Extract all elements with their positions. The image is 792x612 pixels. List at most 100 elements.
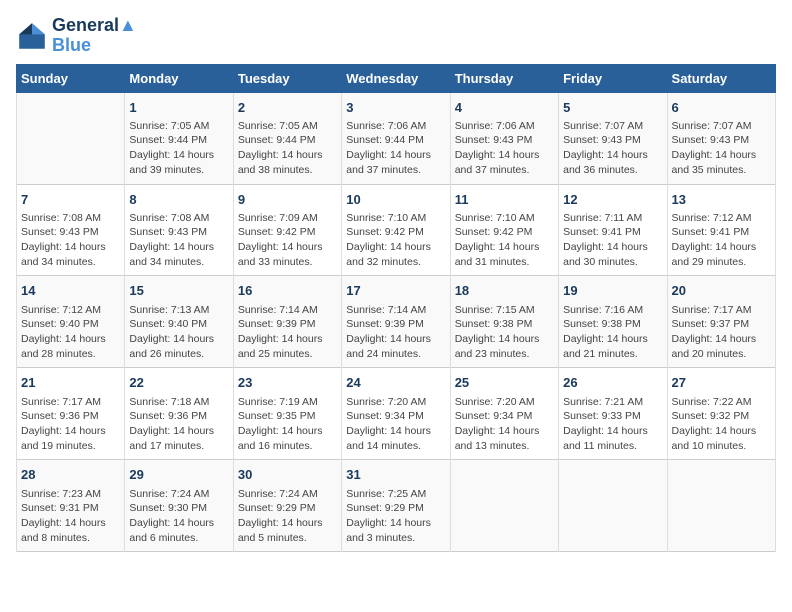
logo-text: General▲Blue <box>52 16 137 56</box>
day-info: Sunrise: 7:05 AM Sunset: 9:44 PM Dayligh… <box>238 119 337 178</box>
day-number: 1 <box>129 99 228 117</box>
calendar-cell: 31 Sunrise: 7:25 AM Sunset: 9:29 PM Dayli… <box>342 460 450 552</box>
calendar-cell: 5 Sunrise: 7:07 AM Sunset: 9:43 PM Daylig… <box>559 92 667 184</box>
calendar-cell <box>450 460 558 552</box>
calendar-cell: 13Sunrise: 7:12 AM Sunset: 9:41 PM Dayli… <box>667 184 775 276</box>
day-number: 24 <box>346 374 445 392</box>
day-info: Sunrise: 7:17 AM Sunset: 9:37 PM Dayligh… <box>672 303 771 362</box>
calendar-body: 1 Sunrise: 7:05 AM Sunset: 9:44 PM Daylig… <box>17 92 776 552</box>
day-info: Sunrise: 7:24 AM Sunset: 9:30 PM Dayligh… <box>129 487 228 546</box>
day-number: 12 <box>563 191 662 209</box>
day-info: Sunrise: 7:18 AM Sunset: 9:36 PM Dayligh… <box>129 395 228 454</box>
day-number: 6 <box>672 99 771 117</box>
logo: General▲Blue <box>16 16 137 56</box>
day-number: 2 <box>238 99 337 117</box>
day-number: 10 <box>346 191 445 209</box>
calendar-cell: 6 Sunrise: 7:07 AM Sunset: 9:43 PM Daylig… <box>667 92 775 184</box>
day-info: Sunrise: 7:20 AM Sunset: 9:34 PM Dayligh… <box>346 395 445 454</box>
day-number: 7 <box>21 191 120 209</box>
day-number: 28 <box>21 466 120 484</box>
day-info: Sunrise: 7:06 AM Sunset: 9:43 PM Dayligh… <box>455 119 554 178</box>
day-number: 18 <box>455 282 554 300</box>
day-info: Sunrise: 7:13 AM Sunset: 9:40 PM Dayligh… <box>129 303 228 362</box>
day-number: 9 <box>238 191 337 209</box>
day-number: 23 <box>238 374 337 392</box>
calendar-table: SundayMondayTuesdayWednesdayThursdayFrid… <box>16 64 776 553</box>
day-info: Sunrise: 7:21 AM Sunset: 9:33 PM Dayligh… <box>563 395 662 454</box>
day-info: Sunrise: 7:10 AM Sunset: 9:42 PM Dayligh… <box>346 211 445 270</box>
day-info: Sunrise: 7:17 AM Sunset: 9:36 PM Dayligh… <box>21 395 120 454</box>
calendar-cell: 21 Sunrise: 7:17 AM Sunset: 9:36 PM Dayli… <box>17 368 125 460</box>
day-number: 8 <box>129 191 228 209</box>
weekday-header: Monday <box>125 64 233 92</box>
day-info: Sunrise: 7:25 AM Sunset: 9:29 PM Dayligh… <box>346 487 445 546</box>
calendar-cell <box>667 460 775 552</box>
calendar-week-row: 21 Sunrise: 7:17 AM Sunset: 9:36 PM Dayli… <box>17 368 776 460</box>
calendar-week-row: 28 Sunrise: 7:23 AM Sunset: 9:31 PM Dayli… <box>17 460 776 552</box>
day-info: Sunrise: 7:24 AM Sunset: 9:29 PM Dayligh… <box>238 487 337 546</box>
day-info: Sunrise: 7:19 AM Sunset: 9:35 PM Dayligh… <box>238 395 337 454</box>
calendar-cell: 11Sunrise: 7:10 AM Sunset: 9:42 PM Dayli… <box>450 184 558 276</box>
day-number: 26 <box>563 374 662 392</box>
calendar-cell: 7 Sunrise: 7:08 AM Sunset: 9:43 PM Daylig… <box>17 184 125 276</box>
day-info: Sunrise: 7:22 AM Sunset: 9:32 PM Dayligh… <box>672 395 771 454</box>
logo-icon <box>16 20 48 52</box>
weekday-header: Wednesday <box>342 64 450 92</box>
day-info: Sunrise: 7:23 AM Sunset: 9:31 PM Dayligh… <box>21 487 120 546</box>
calendar-cell: 28 Sunrise: 7:23 AM Sunset: 9:31 PM Dayli… <box>17 460 125 552</box>
day-number: 29 <box>129 466 228 484</box>
day-number: 20 <box>672 282 771 300</box>
day-number: 19 <box>563 282 662 300</box>
page-header: General▲Blue <box>16 16 776 56</box>
day-info: Sunrise: 7:20 AM Sunset: 9:34 PM Dayligh… <box>455 395 554 454</box>
day-info: Sunrise: 7:14 AM Sunset: 9:39 PM Dayligh… <box>346 303 445 362</box>
day-number: 22 <box>129 374 228 392</box>
day-info: Sunrise: 7:14 AM Sunset: 9:39 PM Dayligh… <box>238 303 337 362</box>
calendar-cell: 27 Sunrise: 7:22 AM Sunset: 9:32 PM Dayli… <box>667 368 775 460</box>
calendar-cell: 15 Sunrise: 7:13 AM Sunset: 9:40 PM Dayli… <box>125 276 233 368</box>
calendar-cell: 10 Sunrise: 7:10 AM Sunset: 9:42 PM Dayli… <box>342 184 450 276</box>
calendar-cell: 24 Sunrise: 7:20 AM Sunset: 9:34 PM Dayli… <box>342 368 450 460</box>
day-info: Sunrise: 7:16 AM Sunset: 9:38 PM Dayligh… <box>563 303 662 362</box>
logo-line2: Blue <box>52 36 137 56</box>
day-info: Sunrise: 7:08 AM Sunset: 9:43 PM Dayligh… <box>129 211 228 270</box>
day-info: Sunrise: 7:07 AM Sunset: 9:43 PM Dayligh… <box>672 119 771 178</box>
calendar-cell: 30 Sunrise: 7:24 AM Sunset: 9:29 PM Dayli… <box>233 460 341 552</box>
day-number: 16 <box>238 282 337 300</box>
calendar-cell: 18 Sunrise: 7:15 AM Sunset: 9:38 PM Dayli… <box>450 276 558 368</box>
calendar-cell: 1Sunrise: 7:05 AM Sunset: 9:44 PM Daylig… <box>125 92 233 184</box>
day-info: Sunrise: 7:08 AM Sunset: 9:43 PM Dayligh… <box>21 211 120 270</box>
calendar-cell: 26 Sunrise: 7:21 AM Sunset: 9:33 PM Dayli… <box>559 368 667 460</box>
logo-line1: General▲ <box>52 16 137 36</box>
weekday-header: Saturday <box>667 64 775 92</box>
calendar-cell: 8 Sunrise: 7:08 AM Sunset: 9:43 PM Daylig… <box>125 184 233 276</box>
calendar-cell: 9 Sunrise: 7:09 AM Sunset: 9:42 PM Daylig… <box>233 184 341 276</box>
weekday-header: Thursday <box>450 64 558 92</box>
day-number: 30 <box>238 466 337 484</box>
calendar-cell: 3Sunrise: 7:06 AM Sunset: 9:44 PM Daylig… <box>342 92 450 184</box>
day-number: 21 <box>21 374 120 392</box>
calendar-cell: 17 Sunrise: 7:14 AM Sunset: 9:39 PM Dayli… <box>342 276 450 368</box>
day-number: 13 <box>672 191 771 209</box>
calendar-cell: 22 Sunrise: 7:18 AM Sunset: 9:36 PM Dayli… <box>125 368 233 460</box>
day-number: 4 <box>455 99 554 117</box>
calendar-week-row: 1 Sunrise: 7:05 AM Sunset: 9:44 PM Daylig… <box>17 92 776 184</box>
day-number: 15 <box>129 282 228 300</box>
weekday-header: Tuesday <box>233 64 341 92</box>
day-info: Sunrise: 7:15 AM Sunset: 9:38 PM Dayligh… <box>455 303 554 362</box>
header-row: SundayMondayTuesdayWednesdayThursdayFrid… <box>17 64 776 92</box>
calendar-cell: 14Sunrise: 7:12 AM Sunset: 9:40 PM Dayli… <box>17 276 125 368</box>
calendar-cell: 20 Sunrise: 7:17 AM Sunset: 9:37 PM Dayli… <box>667 276 775 368</box>
day-number: 25 <box>455 374 554 392</box>
day-number: 17 <box>346 282 445 300</box>
day-number: 31 <box>346 466 445 484</box>
day-info: Sunrise: 7:09 AM Sunset: 9:42 PM Dayligh… <box>238 211 337 270</box>
calendar-week-row: 7 Sunrise: 7:08 AM Sunset: 9:43 PM Daylig… <box>17 184 776 276</box>
day-number: 5 <box>563 99 662 117</box>
day-number: 27 <box>672 374 771 392</box>
calendar-cell: 25 Sunrise: 7:20 AM Sunset: 9:34 PM Dayli… <box>450 368 558 460</box>
calendar-cell: 19 Sunrise: 7:16 AM Sunset: 9:38 PM Dayli… <box>559 276 667 368</box>
day-info: Sunrise: 7:07 AM Sunset: 9:43 PM Dayligh… <box>563 119 662 178</box>
day-number: 11 <box>455 191 554 209</box>
calendar-cell <box>17 92 125 184</box>
